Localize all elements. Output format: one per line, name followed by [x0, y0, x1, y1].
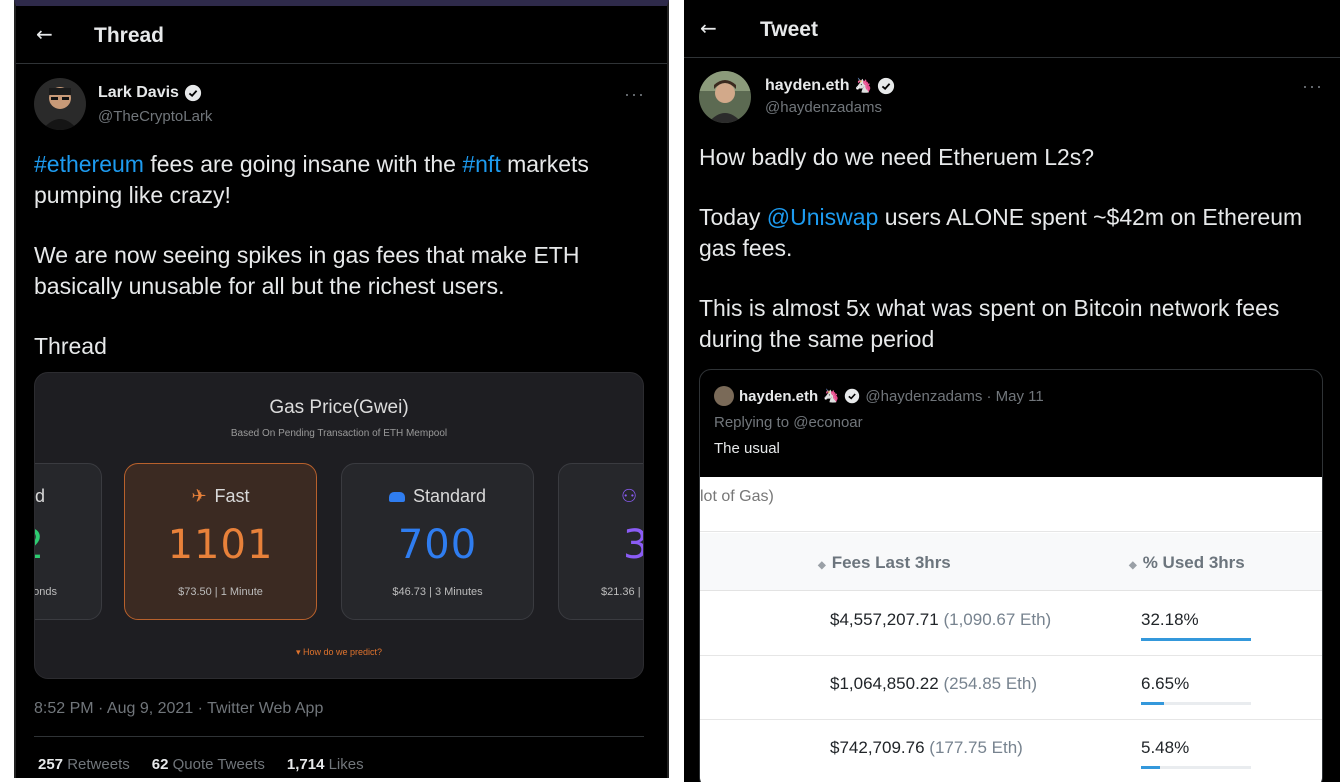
- tweet-text: How badly do we need Etheruem L2s? Today…: [699, 142, 1324, 384]
- replying-to: Replying to @econoar: [714, 414, 863, 431]
- back-arrow-icon[interactable]: ←: [700, 16, 717, 40]
- fee-usd: $4,557,207.71: [830, 610, 939, 629]
- fee-cell: $1,064,850.22 (254.85 Eth): [830, 674, 1037, 694]
- pct-cell: 5.48%: [1141, 738, 1190, 757]
- gas-card-title: Gas Price(Gwei): [269, 397, 409, 418]
- fee-cell: $4,557,207.71 (1,090.67 Eth): [830, 610, 1051, 630]
- unicorn-icon: 🦄: [823, 388, 840, 404]
- right-tweet-panel: ← Tweet hayden.eth 🦄 @haydenzadams ··· H…: [684, 0, 1340, 782]
- airplane-icon: ✈: [191, 486, 207, 507]
- author-handle[interactable]: @TheCryptoLark: [98, 108, 212, 125]
- tweet-paragraph-2: Today @Uniswap users ALONE spent ~$42m o…: [699, 204, 1303, 261]
- table-row: $4,557,207.71 (1,090.67 Eth) 32.18%: [700, 592, 1322, 656]
- avatar[interactable]: [699, 71, 751, 123]
- fee-eth: (1,090.67 Eth): [943, 610, 1052, 629]
- tweet-timestamp[interactable]: 8:52 PM · Aug 9, 2021 · Twitter Web App: [34, 700, 323, 718]
- tweet-header: ← Tweet: [684, 0, 1340, 58]
- table-header: ◆ Fees Last 3hrs ◆% Used 3hrs: [700, 533, 1322, 591]
- tile-label: d: [34, 486, 45, 506]
- gas-price-image[interactable]: Gas Price(Gwei) Based On Pending Transac…: [34, 372, 644, 679]
- tile-value: 3: [559, 522, 643, 568]
- hashtag-ethereum[interactable]: #ethereum: [34, 151, 144, 177]
- usage-bar-fill: [1141, 638, 1251, 641]
- tweet-paragraph-2: We are now seeing spikes in gas fees tha…: [34, 242, 580, 299]
- tile-value: 2: [35, 522, 101, 568]
- author-name[interactable]: Lark Davis: [98, 84, 202, 102]
- verified-badge-icon: [877, 77, 895, 95]
- divider: [34, 736, 644, 737]
- verified-badge-icon: [184, 84, 202, 102]
- mention-uniswap[interactable]: @Uniswap: [767, 204, 879, 230]
- table-top-note: lot of Gas): [700, 477, 1322, 532]
- column-header-pct: ◆% Used 3hrs: [1129, 553, 1245, 572]
- sort-icon: ◆: [818, 560, 826, 571]
- usage-bar: [1141, 766, 1251, 769]
- gas-tile-rapid: d 2 onds: [34, 463, 102, 620]
- tweet-text: #ethereum fees are going insane with the…: [34, 149, 649, 391]
- how-do-we-predict-link[interactable]: ▾ How do we predict?: [35, 647, 643, 658]
- quote-tweets-stat[interactable]: 62 Quote Tweets: [152, 756, 265, 773]
- usage-bar-fill: [1141, 766, 1160, 769]
- quoted-handle-date: @haydenzadams · May 11: [865, 387, 1044, 405]
- column-header-fees: ◆ Fees Last 3hrs: [818, 553, 951, 572]
- tile-foot: $21.36 |: [601, 586, 641, 598]
- tweet-stats: 257 Retweets 62 Quote Tweets 1,714 Likes: [38, 756, 364, 773]
- fee-eth: (177.75 Eth): [929, 738, 1023, 757]
- gas-tile-standard: Standard 700 $46.73 | 3 Minutes: [341, 463, 534, 620]
- pct-cell: 6.65%: [1141, 674, 1190, 693]
- tile-label: ⚇: [559, 486, 643, 507]
- more-options-icon[interactable]: ···: [1302, 76, 1323, 97]
- tile-value: 700: [397, 522, 478, 568]
- fee-cell: $742,709.76 (177.75 Eth): [830, 738, 1023, 758]
- quoted-tweet[interactable]: hayden.eth 🦄 @haydenzadams · May 11 Repl…: [699, 369, 1323, 782]
- tweet-paragraph-3: This is almost 5x what was spent on Bitc…: [699, 295, 1280, 352]
- likes-stat[interactable]: 1,714 Likes: [287, 756, 364, 773]
- more-options-icon[interactable]: ···: [624, 84, 645, 105]
- gas-card-subtitle: Based On Pending Transaction of ETH Memp…: [230, 428, 448, 439]
- table-row: $1,064,850.22 (254.85 Eth) 6.65%: [700, 656, 1322, 720]
- tile-foot: onds: [34, 586, 57, 598]
- fee-usd: $742,709.76: [830, 738, 925, 757]
- usage-bar: [1141, 638, 1251, 641]
- page-title: Thread: [94, 24, 165, 47]
- page-title: Tweet: [760, 18, 818, 41]
- tile-value: 1101: [167, 522, 274, 568]
- tweet-paragraph-3: Thread: [34, 333, 107, 359]
- tile-label: ✈ Fast: [191, 486, 250, 507]
- quoted-tweet-text: The usual: [714, 440, 780, 457]
- author-handle[interactable]: @haydenzadams: [765, 99, 882, 116]
- unicorn-icon: 🦄: [854, 78, 872, 94]
- avatar[interactable]: [34, 78, 86, 130]
- tile-label: Standard: [342, 486, 533, 507]
- gas-tile-slow: ⚇ 3 $21.36 |: [558, 463, 643, 620]
- fee-eth: (254.85 Eth): [943, 674, 1038, 693]
- back-arrow-icon[interactable]: ←: [36, 22, 53, 46]
- tile-foot: $73.50 | 1 Minute: [178, 586, 263, 598]
- tile-foot: $46.73 | 3 Minutes: [392, 586, 483, 598]
- sort-icon: ◆: [1129, 560, 1137, 571]
- retweets-stat[interactable]: 257 Retweets: [38, 756, 130, 773]
- left-tweet-panel: ← Thread Lark Davis @TheCryptoLark ··· #…: [14, 0, 669, 778]
- fee-usd: $1,064,850.22: [830, 674, 939, 693]
- avatar: [714, 386, 734, 406]
- tweet-paragraph-1: #ethereum fees are going insane with the…: [34, 151, 589, 208]
- fees-table-image: lot of Gas) ◆ Fees Last 3hrs ◆% Used 3hrs…: [700, 477, 1322, 782]
- hashtag-nft[interactable]: #nft: [462, 151, 500, 177]
- quoted-author-name: hayden.eth: [739, 387, 819, 405]
- pct-cell: 32.18%: [1141, 610, 1199, 629]
- thread-header: ← Thread: [16, 6, 667, 64]
- quoted-tweet-header: hayden.eth 🦄 @haydenzadams · May 11: [714, 386, 1044, 406]
- verified-badge-icon: [845, 388, 860, 404]
- bicycle-icon: ⚇: [621, 486, 638, 507]
- tweet-paragraph-1: How badly do we need Etheruem L2s?: [699, 144, 1095, 170]
- table-row: $742,709.76 (177.75 Eth) 5.48%: [700, 720, 1322, 782]
- gas-tile-fast: ✈ Fast 1101 $73.50 | 1 Minute: [124, 463, 317, 620]
- car-icon: [388, 492, 405, 503]
- usage-bar-fill: [1141, 702, 1164, 705]
- usage-bar: [1141, 702, 1251, 705]
- author-name[interactable]: hayden.eth 🦄: [765, 77, 895, 95]
